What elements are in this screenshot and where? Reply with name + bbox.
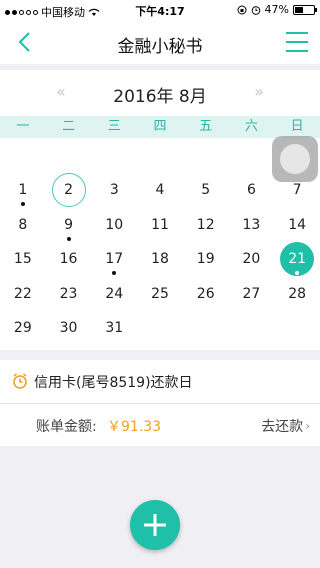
- day-number: 24: [105, 285, 124, 302]
- day-number: 19: [196, 251, 215, 267]
- reminder-title-row: 信用卡(尾号8519)还款日: [0, 360, 320, 404]
- day-number: 5: [201, 182, 211, 198]
- calendar-day[interactable]: 17: [92, 242, 136, 276]
- battery-icon: [293, 4, 317, 15]
- calendar-day[interactable]: 3: [92, 173, 136, 207]
- calendar-day[interactable]: 14: [275, 208, 319, 242]
- calendar: « 2016年 8月 » 一 二 三 四 五 六 日 1 2 3 4 5 6 7 8 9 10 11…: [0, 70, 320, 350]
- alarm-icon: [251, 5, 260, 15]
- menu-icon[interactable]: [284, 29, 310, 55]
- repay-button[interactable]: 去还款 ›: [261, 416, 310, 436]
- reminder-title: 信用卡(尾号8519)还款日: [34, 375, 193, 391]
- calendar-day[interactable]: 21: [275, 242, 319, 276]
- calendar-day[interactable]: 5: [184, 173, 228, 207]
- day-number: 22: [13, 285, 32, 302]
- event-dot: [20, 202, 25, 206]
- repay-label: 去还款: [261, 419, 304, 435]
- calendar-day[interactable]: 8: [1, 208, 45, 242]
- calendar-day[interactable]: 25: [138, 277, 182, 311]
- weekday-label: 三: [107, 119, 121, 134]
- calendar-day[interactable]: 2: [47, 173, 91, 207]
- next-month-button[interactable]: »: [254, 82, 264, 101]
- month-title: 2016年 8月: [113, 87, 207, 107]
- event-dot: [66, 236, 71, 241]
- page-title: 金融小秘书: [117, 37, 203, 57]
- day-number: 13: [242, 216, 261, 233]
- nav-bar: 金融小秘书: [0, 20, 320, 64]
- day-number: 20: [242, 251, 261, 267]
- day-number: 25: [151, 285, 169, 302]
- calendar-day[interactable]: 19: [184, 242, 228, 276]
- battery-percent: 47%: [264, 3, 289, 16]
- day-number: 12: [196, 216, 215, 233]
- amount-row: 账单金额: ￥91.33 去还款 ›: [0, 404, 320, 446]
- weekday-label: 六: [244, 119, 258, 134]
- calendar-day[interactable]: 9: [47, 208, 91, 242]
- day-number: 6: [246, 182, 256, 198]
- weekday-label: 一: [16, 119, 30, 134]
- calendar-day[interactable]: 12: [184, 208, 228, 242]
- day-number: 29: [13, 320, 32, 336]
- day-number: 18: [151, 251, 169, 267]
- day-number: 10: [105, 216, 124, 233]
- day-number: 11: [151, 216, 169, 233]
- calendar-day[interactable]: 6: [229, 173, 273, 207]
- calendar-day[interactable]: 18: [138, 242, 182, 276]
- calendar-day[interactable]: 4: [138, 173, 182, 207]
- day-number: 27: [242, 285, 261, 302]
- calendar-day[interactable]: 24: [92, 277, 136, 311]
- calendar-day[interactable]: 11: [138, 208, 182, 242]
- day-number: 31: [105, 320, 124, 336]
- weekday-label: 四: [153, 119, 167, 134]
- assistive-touch-button[interactable]: [272, 136, 318, 182]
- calendar-day[interactable]: 10: [92, 208, 136, 242]
- day-number: 28: [288, 285, 307, 302]
- calendar-day[interactable]: 13: [229, 208, 273, 242]
- day-number: 30: [59, 320, 78, 336]
- status-right: 47%: [237, 3, 317, 16]
- plus-icon: [144, 514, 166, 536]
- calendar-day[interactable]: 1: [1, 173, 45, 207]
- day-number: 15: [13, 251, 32, 267]
- calendar-day[interactable]: 31: [92, 311, 136, 345]
- calendar-day[interactable]: 15: [1, 242, 45, 276]
- day-number: 23: [59, 285, 78, 302]
- calendar-day[interactable]: 20: [229, 242, 273, 276]
- weekday-label: 二: [62, 119, 76, 134]
- calendar-day[interactable]: 22: [1, 277, 45, 311]
- lock-rotation-icon: [237, 5, 247, 14]
- calendar-day[interactable]: 26: [184, 277, 228, 311]
- day-number: 26: [196, 285, 215, 302]
- weekday-label: 五: [199, 119, 213, 134]
- month-header: « 2016年 8月 »: [0, 70, 320, 116]
- day-number: 16: [59, 251, 78, 267]
- add-button[interactable]: [130, 500, 180, 550]
- day-number: 14: [288, 216, 307, 233]
- weekday-label: 日: [290, 119, 304, 134]
- alarm-clock-icon: [13, 373, 27, 389]
- reminder-card[interactable]: 信用卡(尾号8519)还款日 账单金额: ￥91.33 去还款 ›: [0, 360, 320, 446]
- calendar-day[interactable]: 23: [47, 277, 91, 311]
- day-number: 4: [155, 182, 165, 198]
- calendar-day[interactable]: 16: [47, 242, 91, 276]
- day-number: 8: [18, 216, 28, 233]
- calendar-day[interactable]: 28: [275, 277, 319, 311]
- calendar-day[interactable]: 27: [229, 277, 273, 311]
- weekday-header: 一 二 三 四 五 六 日: [0, 116, 320, 138]
- day-number: 3: [109, 182, 119, 198]
- chevron-right-icon: ›: [305, 419, 310, 433]
- amount-label: 账单金额:: [36, 419, 97, 435]
- day-number: 2: [51, 173, 86, 207]
- amount-value: ￥91.33: [107, 419, 162, 435]
- calendar-day[interactable]: 30: [47, 311, 91, 345]
- calendar-day[interactable]: 29: [1, 311, 45, 345]
- status-bar: 中国移动 下午4:17 47%: [0, 0, 320, 20]
